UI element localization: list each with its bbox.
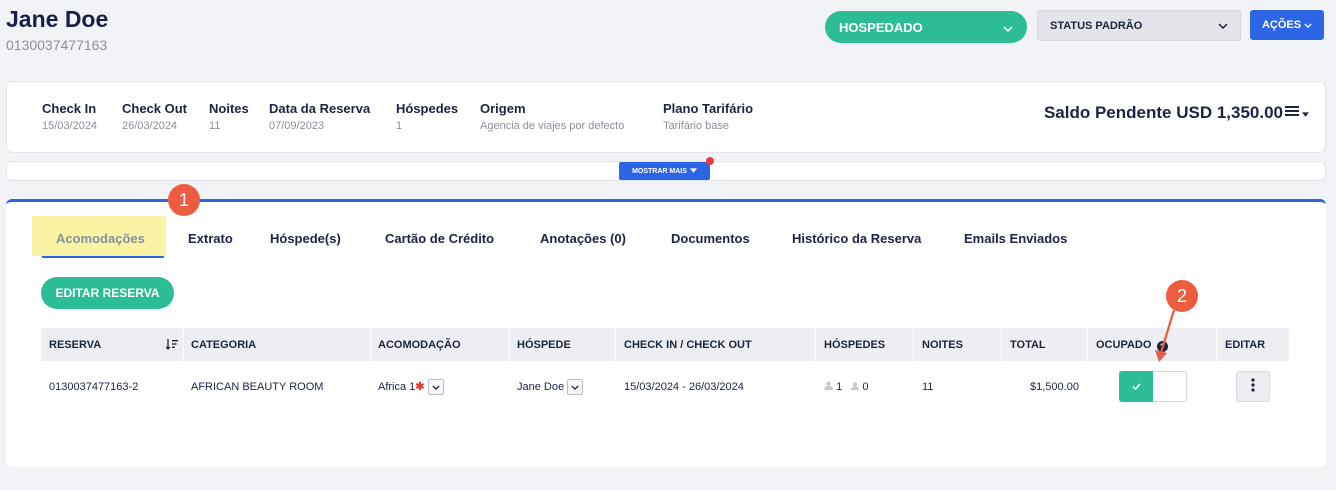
column-divider [370,328,371,361]
child-person-icon [851,381,862,393]
callout-badge-1: 1 [168,184,200,216]
callout-arrow-icon [1155,309,1176,362]
notification-dot [706,157,714,165]
info-nights: Noites 11 [209,101,249,132]
header-reservation[interactable]: RESERVA [49,339,101,351]
info-label: Plano Tarifário [663,101,754,116]
header-guest: HÓSPEDE [517,339,571,351]
header-edit: EDITAR [1225,339,1266,351]
header-category: CATEGORIA [191,339,257,351]
options-menu[interactable] [1285,104,1309,122]
accommodation-dropdown[interactable] [427,379,444,395]
pending-balance: Saldo Pendente USD 1,350.00 [1043,103,1283,122]
actions-button[interactable]: AÇÕES [1250,10,1324,40]
reservation-code: 0130037477163 [6,37,108,53]
info-value: 1 [396,120,403,132]
required-icon: ✱ [415,380,425,393]
info-value: 11 [209,120,221,132]
info-label: Data da Reserva [269,101,371,116]
cell-accommodation: Africa 1✱ [378,379,444,395]
column-divider [815,328,816,361]
accommodation-value: Africa 1 [378,380,416,393]
column-divider [615,328,616,361]
column-divider [1001,328,1002,361]
caret-down-icon [1302,104,1309,122]
info-check-in: Check In 15/03/2024 [42,101,97,132]
chevron-down-icon [1003,20,1013,35]
active-tab-underline [42,256,164,258]
tab-credit-card[interactable]: Cartão de Crédito [385,231,494,246]
tab-history[interactable]: Histórico da Reserva [792,231,921,246]
status-label: HOSPEDADO [839,19,923,35]
reservation-summary-card: Check In 15/03/2024 Check Out 26/03/2024… [6,81,1326,153]
tab-emails-sent[interactable]: Emails Enviados [964,231,1067,246]
info-value: 07/09/2023 [269,120,325,132]
info-value: 15/03/2024 [42,120,98,132]
tab-guests[interactable]: Hóspede(s) [270,231,341,246]
tab-accommodations[interactable]: Acomodações [56,231,145,246]
chevron-down-icon [1304,19,1312,31]
guest-name: Jane Doe [6,6,109,32]
info-label: Hóspedes [396,101,459,116]
header-check-in-out: CHECK IN / CHECK OUT [624,339,752,351]
row-edit-menu[interactable] [1236,371,1270,402]
actions-label: AÇÕES [1261,19,1302,31]
adult-count: 1 [836,381,843,393]
header-guests: HÓSPEDES [824,339,886,351]
cell-guest-count: 1 0 [824,381,869,393]
status-standard-dropdown[interactable]: STATUS PADRÃO [1037,10,1241,41]
column-divider [183,328,184,361]
child-count: 0 [862,381,869,393]
show-more-label: MOSTRAR MAIS [632,167,687,175]
guest-value: Jane Doe [517,380,565,393]
cell-total: $1,500.00 [1030,381,1079,393]
info-label: Check In [42,101,97,116]
column-divider [1087,328,1088,361]
status-standard-label: STATUS PADRÃO [1050,19,1143,32]
hamburger-icon [1285,104,1299,122]
status-dropdown[interactable]: HOSPEDADO [825,11,1027,43]
info-check-out: Check Out 26/03/2024 [122,101,187,132]
caret-down-icon [689,167,697,175]
header-nights: NOITES [922,339,963,351]
cell-nights: 11 [922,381,934,393]
sort-icon[interactable] [165,337,178,355]
check-icon [1119,371,1153,402]
kebab-icon [1251,378,1255,395]
header-occupied: OCUPADO [1096,339,1152,351]
tab-notes[interactable]: Anotações (0) [540,231,626,246]
info-guests: Hóspedes 1 [396,101,458,132]
column-divider [1216,328,1217,361]
info-value: Agencia de viajes por defecto [480,120,625,132]
show-more-button[interactable]: MOSTRAR MAIS [619,162,710,180]
tab-statement[interactable]: Extrato [188,231,233,246]
info-label: Origem [480,101,526,116]
info-label: Noites [209,101,249,116]
info-value: Tarifário base [663,120,730,132]
edit-reservation-button[interactable]: EDITAR RESERVA [41,277,174,309]
info-origin: Origem Agencia de viajes por defecto [480,101,624,132]
adult-person-icon [824,381,836,393]
guest-dropdown[interactable] [567,379,584,395]
cell-category: AFRICAN BEAUTY ROOM [191,381,324,393]
header-accommodation: ACOMODAÇÃO [378,339,461,351]
column-divider [509,328,510,361]
column-divider [913,328,914,361]
info-label: Check Out [122,101,188,116]
cell-guest: Jane Doe [517,379,584,395]
info-rate-plan: Plano Tarifário Tarifário base [663,101,753,132]
tab-documents[interactable]: Documentos [671,231,750,246]
chevron-down-icon [1218,20,1228,32]
info-booking-date: Data da Reserva 07/09/2023 [269,101,370,132]
header-total: TOTAL [1010,339,1046,351]
info-value: 26/03/2024 [122,120,178,132]
cell-reservation: 0130037477163-2 [49,381,139,393]
cell-period: 15/03/2024 - 26/03/2024 [624,381,744,393]
